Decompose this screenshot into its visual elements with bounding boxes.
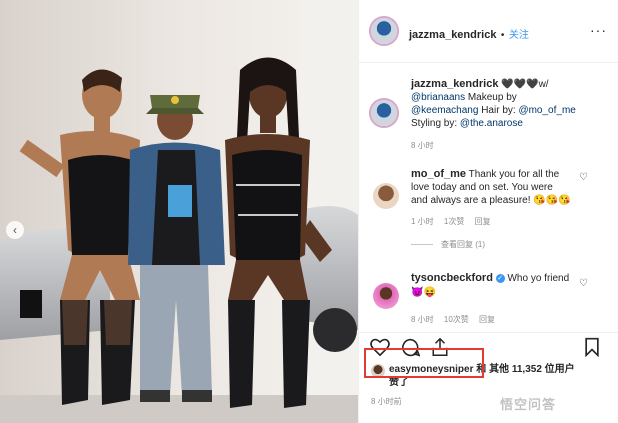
follow-button[interactable]: 关注 <box>509 30 529 41</box>
comment-username[interactable]: tysoncbeckford <box>411 272 493 284</box>
mention-brianaans[interactable]: @brianaans <box>411 92 465 103</box>
comment-text-line3: and always are a pleasure! 😘😘😘 <box>411 195 571 206</box>
header-separator: • <box>500 30 505 41</box>
comment-reactions: 😈😝 <box>411 287 436 298</box>
comment-text: Who yo friend <box>504 273 570 284</box>
highlight-box <box>364 348 484 378</box>
mention-the-anarose[interactable]: @the.anarose <box>460 118 523 129</box>
likes-count[interactable]: 11,352 <box>512 364 542 375</box>
reply-button[interactable]: 回复 <box>475 217 491 226</box>
caption-username[interactable]: jazzma_kendrick <box>411 78 498 90</box>
reply-button[interactable]: 回复 <box>479 315 495 324</box>
likes-others-label[interactable]: 其他 <box>489 364 509 375</box>
caption-line3-text: Styling by: <box>411 118 460 129</box>
comment-item: tysoncbeckford ✓ Who yo friend 😈😝 8 小时 1… <box>411 272 591 326</box>
heart-icon[interactable]: ♡ <box>579 278 588 289</box>
comment-likes[interactable]: 10次赞 <box>444 315 469 324</box>
view-replies-link[interactable]: 查看回复 (1) <box>441 240 485 249</box>
mention-keemachang[interactable]: @keemachang <box>411 105 478 116</box>
caption-line2-text: Hair by: <box>478 105 519 116</box>
comment-likes[interactable]: 1次赞 <box>444 217 464 226</box>
caption-emoji: 🖤🖤🖤w/ <box>501 79 549 90</box>
verified-badge-icon: ✓ <box>495 273 505 283</box>
comment-time: 1 小时 <box>411 217 434 226</box>
avatar[interactable] <box>369 16 399 46</box>
post-header: jazzma_kendrick • 关注 ··· <box>359 0 618 63</box>
caption-text: jazzma_kendrick 🖤🖤🖤w/ @brianaans Makeup … <box>411 78 611 152</box>
comment-avatar[interactable] <box>373 183 399 209</box>
mention-mo-of-me[interactable]: @mo_of_me <box>518 105 575 116</box>
photo-illustration <box>0 0 358 423</box>
replies-divider <box>411 244 433 246</box>
likes-suffix: 位用户 <box>544 364 575 375</box>
bookmark-icon[interactable] <box>581 336 603 358</box>
caption-avatar[interactable] <box>369 98 399 128</box>
caption-line1-text: Makeup by <box>465 92 517 103</box>
post-photo[interactable]: ‹ <box>0 0 358 423</box>
comment-text-line1: Thank you for all the <box>466 169 560 180</box>
comment-text-line2: love today and on set. You were <box>411 182 553 193</box>
post-time: 8 小时前 <box>371 397 402 406</box>
post-username[interactable]: jazzma_kendrick <box>409 29 496 41</box>
heart-icon[interactable]: ♡ <box>579 172 588 183</box>
comment-avatar[interactable] <box>373 283 399 309</box>
comment-time: 8 小时 <box>411 315 434 324</box>
actions-divider <box>359 332 618 333</box>
chevron-left-icon[interactable]: ‹ <box>6 221 24 239</box>
caption-time: 8 小时 <box>411 141 434 150</box>
comment-username[interactable]: mo_of_me <box>411 168 466 180</box>
more-icon[interactable]: ··· <box>590 22 607 38</box>
comment-item: mo_of_me Thank you for all the love toda… <box>411 168 591 251</box>
watermark: 悟空问答 <box>500 397 557 412</box>
